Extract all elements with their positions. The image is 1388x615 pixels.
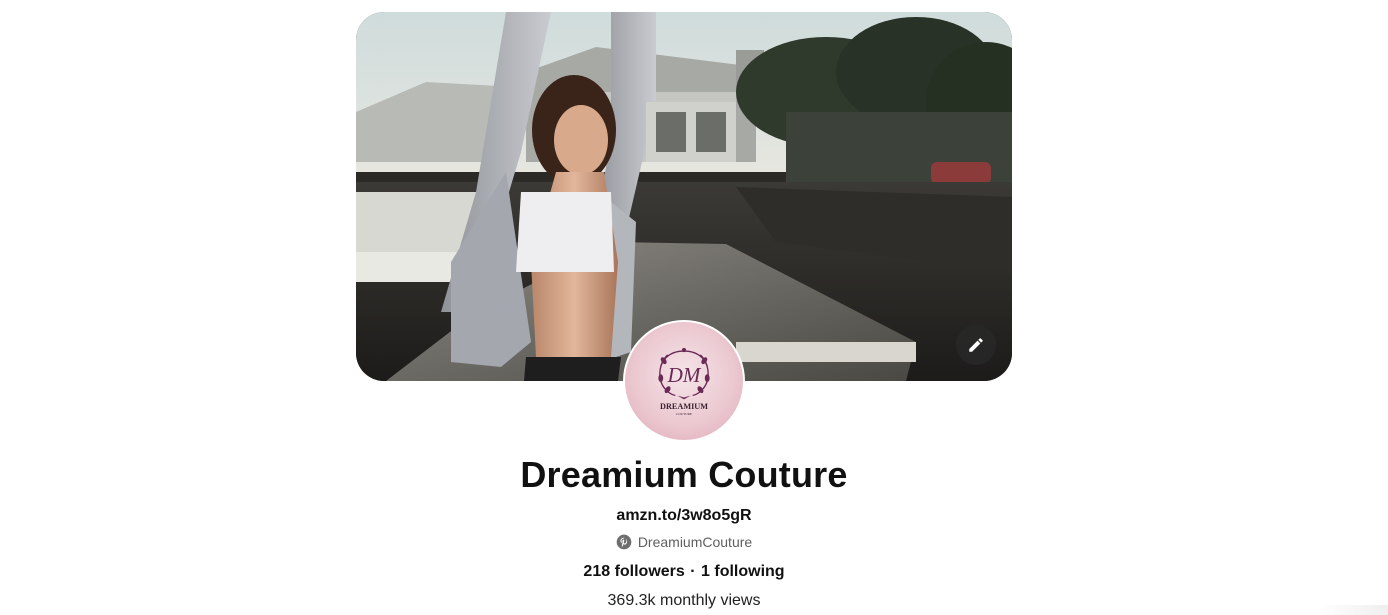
profile-avatar[interactable]: DM DREAMIUM COUTURE — [623, 320, 745, 442]
pencil-icon — [969, 338, 983, 352]
follow-stats: 218 followers · 1 following — [0, 563, 1368, 581]
website-row: amzn.to/3w8o5gR — [0, 507, 1368, 525]
edit-cover-button[interactable] — [956, 325, 996, 365]
profile-name: Dreamium Couture — [520, 454, 848, 495]
following-link[interactable]: 1 following — [701, 563, 785, 580]
logo-sub: COUTURE — [676, 412, 692, 416]
handle-row: DreamiumCouture — [0, 534, 1368, 550]
followers-link[interactable]: 218 followers — [583, 563, 684, 580]
brand-logo: DM DREAMIUM COUTURE — [658, 347, 710, 416]
corner-shadow — [1318, 605, 1388, 615]
logo-name: DREAMIUM — [660, 402, 708, 411]
logo-monogram: DM — [666, 363, 701, 387]
profile-page: DM DREAMIUM COUTURE Dreamium Couture amz… — [0, 0, 1388, 615]
monthly-views: 369.3k monthly views — [607, 592, 761, 609]
stats-separator: · — [690, 563, 696, 580]
pinterest-icon — [616, 534, 632, 550]
profile-handle: DreamiumCouture — [637, 534, 753, 550]
website-link[interactable]: amzn.to/3w8o5gR — [616, 507, 751, 524]
